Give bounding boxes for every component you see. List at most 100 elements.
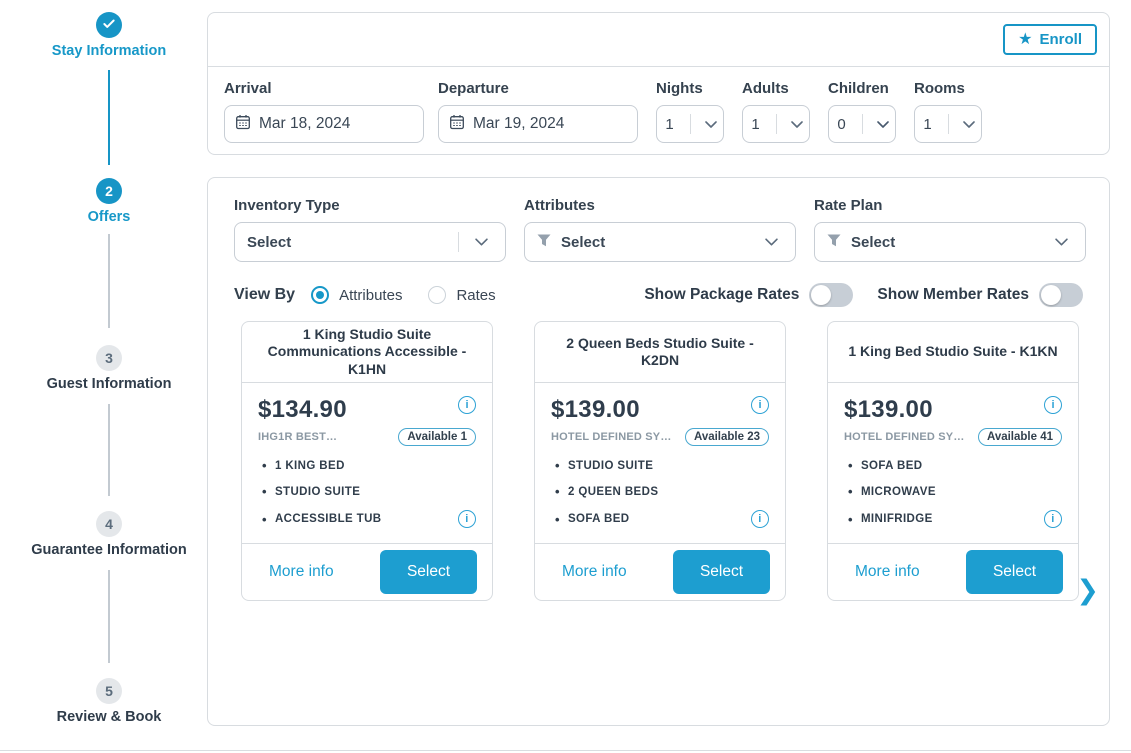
show-package-rates-group: Show Package Rates (644, 283, 853, 307)
features-info-icon[interactable]: i (458, 510, 476, 528)
rate-plan-label: Rate Plan (814, 197, 1086, 214)
step-label: Guest Information (0, 376, 218, 392)
attributes-value: Select (561, 234, 749, 251)
inventory-type-filter: Inventory Type Select (234, 197, 506, 262)
radio-selected-icon (311, 286, 329, 304)
arrival-field: Arrival Mar 18, 2024 (224, 80, 424, 143)
step-connector (108, 404, 110, 496)
feature-item: SOFA BED (844, 458, 1062, 473)
enroll-button[interactable]: ★ Enroll (1003, 24, 1097, 55)
feature-item: MICROWAVE (844, 484, 1062, 499)
offer-cards-row: 1 King Studio Suite Communications Acces… (208, 307, 1109, 601)
children-label: Children (828, 80, 896, 97)
offers-panel: Inventory Type Select Attributes Select (207, 177, 1110, 726)
view-by-row: View By Attributes Rates Show Package Ra… (208, 262, 1109, 307)
offer-price: $134.90 (258, 396, 347, 424)
step-label: Guarantee Information (0, 542, 218, 558)
availability-badge: Available 23 (685, 428, 769, 446)
stay-information-panel: ★ Enroll Arrival Mar 18, 2024 Departure (207, 12, 1110, 155)
children-select[interactable]: 0 (828, 105, 896, 143)
feature-list: SOFA BED MICROWAVE MINIFRIDGEi (844, 458, 1062, 528)
show-package-rates-label: Show Package Rates (644, 286, 799, 304)
step-guest-information[interactable]: 3 Guest Information (0, 345, 218, 392)
offer-card-k1kn: 1 King Bed Studio Suite - K1KN $139.00 i… (827, 321, 1079, 601)
step-label: Offers (0, 209, 218, 225)
rate-plan-value: Select (851, 234, 1039, 251)
inventory-type-value: Select (247, 234, 448, 251)
offers-filters-row: Inventory Type Select Attributes Select (208, 178, 1109, 262)
inventory-type-select[interactable]: Select (234, 222, 506, 262)
toggle-knob (811, 285, 831, 305)
adults-label: Adults (742, 80, 810, 97)
step-guarantee-information[interactable]: 4 Guarantee Information (0, 511, 218, 558)
show-member-rates-label: Show Member Rates (877, 286, 1029, 304)
carousel-next-icon[interactable]: ❯ (1076, 575, 1099, 606)
nights-select[interactable]: 1 (656, 105, 724, 143)
feature-item: STUDIO SUITE (258, 484, 476, 499)
rooms-field: Rooms 1 (914, 80, 982, 143)
show-member-rates-group: Show Member Rates (877, 283, 1083, 307)
nights-field: Nights 1 (656, 80, 724, 143)
step-review-book[interactable]: 5 Review & Book (0, 678, 218, 725)
select-offer-button[interactable]: Select (380, 550, 477, 594)
inventory-type-label: Inventory Type (234, 197, 506, 214)
rooms-select[interactable]: 1 (914, 105, 982, 143)
star-icon: ★ (1018, 32, 1032, 48)
radio-label: Rates (456, 287, 495, 304)
view-by-rates-radio[interactable]: Rates (428, 286, 495, 304)
arrival-date-input[interactable]: Mar 18, 2024 (224, 105, 424, 143)
step-number-circle: 3 (96, 345, 122, 371)
funnel-icon (827, 234, 841, 251)
attributes-select[interactable]: Select (524, 222, 796, 262)
step-number-circle: 5 (96, 678, 122, 704)
chevron-down-icon (1049, 238, 1073, 246)
nights-value: 1 (657, 116, 682, 133)
chevron-down-icon (957, 121, 981, 128)
more-info-link[interactable]: More info (562, 563, 627, 581)
chevron-down-icon (759, 238, 783, 246)
select-offer-button[interactable]: Select (673, 550, 770, 594)
show-package-rates-toggle[interactable] (809, 283, 853, 307)
funnel-icon (537, 234, 551, 251)
step-number-circle: 4 (96, 511, 122, 537)
chevron-down-icon (699, 121, 723, 128)
enroll-row: ★ Enroll (208, 13, 1109, 67)
offer-title: 1 King Bed Studio Suite - K1KN (828, 322, 1078, 383)
radio-unselected-icon (428, 286, 446, 304)
rate-plan-filter: Rate Plan Select (814, 197, 1086, 262)
step-offers[interactable]: 2 Offers (0, 178, 218, 225)
more-info-link[interactable]: More info (855, 563, 920, 581)
show-member-rates-toggle[interactable] (1039, 283, 1083, 307)
select-offer-button[interactable]: Select (966, 550, 1063, 594)
check-icon (102, 17, 116, 34)
offer-price: $139.00 (844, 396, 933, 424)
features-info-icon[interactable]: i (751, 510, 769, 528)
offer-card-k2dn: 2 Queen Beds Studio Suite - K2DN $139.00… (534, 321, 786, 601)
rooms-label: Rooms (914, 80, 982, 97)
chevron-down-icon (785, 121, 809, 128)
feature-item: STUDIO SUITE (551, 458, 769, 473)
departure-label: Departure (438, 80, 638, 97)
adults-select[interactable]: 1 (742, 105, 810, 143)
calendar-icon (449, 114, 465, 135)
features-info-icon[interactable]: i (1044, 510, 1062, 528)
departure-date-input[interactable]: Mar 19, 2024 (438, 105, 638, 143)
chevron-down-icon (469, 238, 493, 246)
step-label: Stay Information (0, 43, 218, 59)
radio-label: Attributes (339, 287, 402, 304)
adults-field: Adults 1 (742, 80, 810, 143)
rate-plan-select[interactable]: Select (814, 222, 1086, 262)
attributes-label: Attributes (524, 197, 796, 214)
offer-card-k1hn: 1 King Studio Suite Communications Acces… (241, 321, 493, 601)
rate-toggles: Show Package Rates Show Member Rates (644, 283, 1083, 307)
price-info-icon[interactable]: i (458, 396, 476, 414)
feature-item: ACCESSIBLE TUB (275, 513, 382, 525)
offer-price: $139.00 (551, 396, 640, 424)
price-info-icon[interactable]: i (1044, 396, 1062, 414)
view-by-attributes-radio[interactable]: Attributes (311, 286, 402, 304)
step-stay-information[interactable]: Stay Information (0, 12, 218, 59)
price-info-icon[interactable]: i (751, 396, 769, 414)
feature-item: 1 KING BED (258, 458, 476, 473)
children-field: Children 0 (828, 80, 896, 143)
more-info-link[interactable]: More info (269, 563, 334, 581)
